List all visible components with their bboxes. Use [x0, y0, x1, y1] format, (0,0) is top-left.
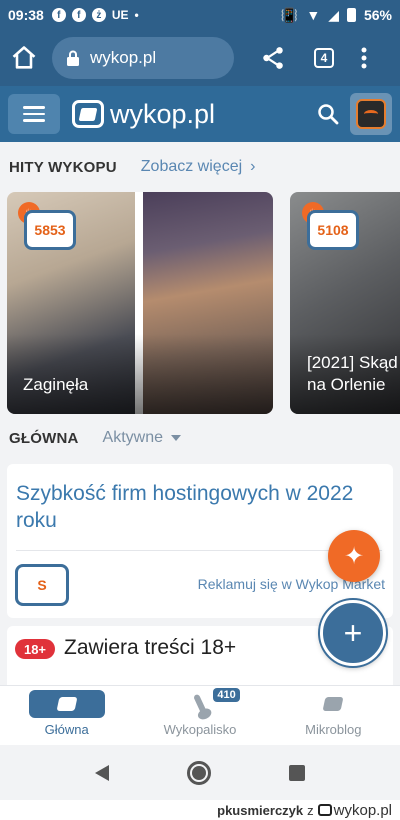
battery-icon [346, 8, 356, 22]
home-button-icon[interactable] [187, 760, 211, 785]
wykop-logo[interactable]: wykop.pl [72, 99, 215, 130]
microblog-icon [322, 697, 344, 711]
watermark-joiner: z [307, 802, 314, 818]
sparkle-icon: ✦ [343, 542, 365, 570]
caret-down-icon [171, 435, 181, 441]
main-section-header: GŁÓWNA Aktywne [9, 429, 181, 447]
age-restriction-badge: 18+ [15, 639, 55, 659]
nav-label: Główna [44, 722, 89, 737]
zabka-notification-icon: ż [91, 8, 106, 22]
nav-label: Mikroblog [305, 722, 362, 737]
site-header: wykop.pl [0, 86, 400, 142]
dot-icon: • [134, 8, 139, 22]
divider [16, 550, 382, 551]
source-badge[interactable]: S [15, 564, 69, 606]
home-feed-icon [56, 697, 78, 711]
more-options-icon[interactable] [360, 46, 368, 70]
wykop-logo-icon [72, 100, 104, 128]
hit-card[interactable]: ♨ 5853 Zaginęła [7, 192, 273, 414]
hit-caption: Zaginęła [23, 375, 89, 394]
nav-item-glowna[interactable]: Główna [0, 686, 133, 745]
carrier-label: UE [111, 8, 129, 22]
facebook-notification-icon: f [51, 8, 66, 22]
watermark-site: wykop.pl [333, 801, 392, 819]
watermark-user: pkusmierczyk [217, 802, 304, 818]
article-title[interactable]: Szybkość firm hostingowych w 2022 roku [16, 480, 376, 534]
share-icon[interactable] [260, 45, 286, 71]
hits-title: HITY WYKOPU [9, 158, 117, 176]
vote-count-badge[interactable]: 5108 [307, 210, 359, 250]
recents-icon[interactable] [289, 764, 305, 781]
lock-icon [67, 50, 79, 66]
main-section-title: GŁÓWNA [9, 429, 79, 447]
status-time: 09:38 [8, 7, 44, 23]
facebook-notification-icon-2: f [71, 8, 86, 22]
shovel-icon [193, 693, 207, 715]
adult-content-text: Zawiera treści 18+ [64, 636, 237, 659]
watermark: pkusmierczyk z wykop.pl [0, 800, 400, 820]
hits-carousel[interactable]: ♨ 5853 Zaginęła ♨ 5108 [2021] Skąd na Or… [7, 192, 400, 414]
tab-switcher-button[interactable]: 4 [314, 48, 334, 68]
watermark-logo: wykop.pl [317, 801, 392, 819]
hit-caption: [2021] Skąd na Orlenie [307, 353, 398, 394]
see-more-link[interactable]: Zobacz więcej › [141, 158, 256, 176]
hamburger-menu-button[interactable] [8, 94, 60, 134]
sparkle-button[interactable]: ✦ [328, 530, 380, 582]
battery-level: 56% [363, 7, 392, 23]
wykop-mark-icon [317, 804, 332, 816]
add-post-button[interactable]: + [320, 600, 386, 666]
home-icon[interactable] [10, 44, 38, 72]
hits-header: HITY WYKOPU Zobacz więcej › [9, 158, 255, 176]
back-icon[interactable] [95, 764, 109, 781]
nav-label: Wykopalisko [163, 722, 237, 737]
wifi-icon: ▼ [306, 7, 321, 23]
chevron-right-icon: › [250, 158, 256, 175]
logo-text: wykop.pl [110, 98, 216, 129]
browser-toolbar: wykop.pl 4 [0, 30, 400, 86]
filter-label: Aktywne [102, 429, 163, 446]
vote-count-badge[interactable]: 5853 [24, 210, 76, 250]
count-badge: 410 [213, 688, 240, 702]
url-bar[interactable]: wykop.pl [52, 37, 234, 79]
see-more-label: Zobacz więcej [140, 158, 243, 175]
nav-item-wykopalisko[interactable]: Wykopalisko 410 [133, 686, 266, 745]
signal-icon: ◢ [328, 6, 339, 23]
nav-item-mikroblog[interactable]: Mikroblog [267, 686, 400, 745]
vibrate-icon: 📳 [280, 6, 299, 23]
bottom-navigation: Główna Wykopalisko 410 Mikroblog [0, 685, 400, 745]
hit-card[interactable]: ♨ 5108 [2021] Skąd na Orlenie [290, 192, 400, 414]
search-icon[interactable] [316, 102, 340, 126]
system-navigation [0, 745, 400, 800]
user-avatar[interactable] [350, 93, 392, 135]
status-bar: 09:38 f f ż UE • 📳 ▼ ◢ 56% [0, 0, 400, 30]
filter-dropdown[interactable]: Aktywne [103, 429, 181, 447]
url-text: wykop.pl [90, 48, 157, 67]
plus-icon: + [343, 614, 363, 651]
